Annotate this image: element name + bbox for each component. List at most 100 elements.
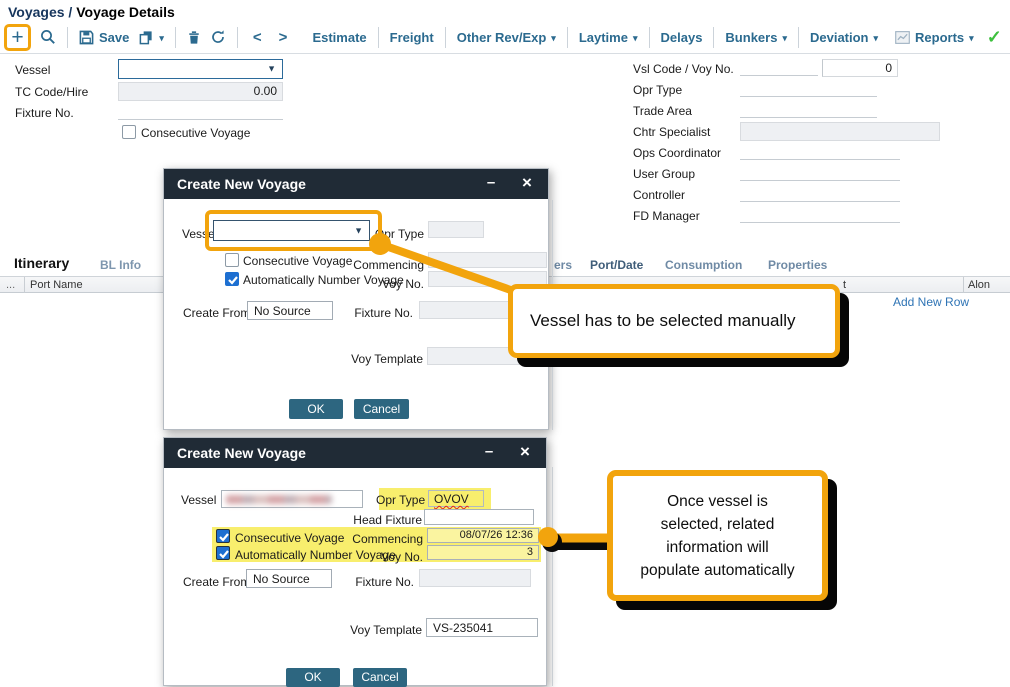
delete-icon[interactable] xyxy=(187,30,201,45)
ops-coordinator-label: Ops Coordinator xyxy=(633,146,721,160)
vessel-label: Vessel xyxy=(15,63,50,77)
minimize-icon[interactable]: – xyxy=(478,438,500,466)
reports-label: Reports xyxy=(915,30,964,45)
tab-bl-info[interactable]: BL Info xyxy=(100,258,141,272)
tab-port-date[interactable]: Port/Date xyxy=(590,258,643,272)
voy-template-label: Voy Template xyxy=(341,352,423,366)
toolbar-separator xyxy=(378,27,379,48)
fd-manager-field[interactable] xyxy=(740,206,900,223)
next-voyage-button[interactable]: > xyxy=(275,29,292,46)
tc-code-hire-field[interactable]: 0.00 xyxy=(118,82,283,101)
close-icon[interactable]: × xyxy=(514,438,536,466)
tab-itinerary[interactable]: Itinerary xyxy=(14,255,69,271)
auto-number-voyage-checkbox[interactable] xyxy=(216,546,230,560)
column-dots: ... xyxy=(6,279,15,291)
plus-icon[interactable]: + xyxy=(11,27,23,48)
callout-line: selected, related xyxy=(661,513,775,536)
column-alongside-partial: Alon xyxy=(968,279,1008,291)
create-from-label: Create From xyxy=(183,575,250,589)
vessel-dropdown[interactable]: ▼ xyxy=(118,59,283,79)
dialog-title: Create New Voyage xyxy=(177,176,306,192)
estimate-button[interactable]: Estimate xyxy=(312,30,366,45)
laytime-label: Laytime xyxy=(579,30,628,45)
consecutive-voyage-checkbox[interactable] xyxy=(122,125,136,139)
chevron-down-icon: ▾ xyxy=(551,33,556,44)
fixture-no-field[interactable] xyxy=(419,569,531,587)
commencing-field[interactable]: 08/07/26 12:36 xyxy=(427,528,539,543)
commencing-label: Commencing xyxy=(333,532,423,546)
freight-button[interactable]: Freight xyxy=(390,30,434,45)
search-icon[interactable] xyxy=(40,29,56,45)
chevron-down-icon: ▾ xyxy=(969,33,974,44)
save-button[interactable]: Save xyxy=(79,30,129,45)
previous-voyage-button[interactable]: < xyxy=(249,29,266,46)
opr-type-field[interactable] xyxy=(740,80,877,97)
scrollbar[interactable] xyxy=(552,467,553,686)
ops-coordinator-field[interactable] xyxy=(740,143,900,160)
dialog-title-bar: Create New Voyage – × xyxy=(164,169,548,199)
auto-number-voyage-checkbox[interactable] xyxy=(225,272,239,286)
tab-properties[interactable]: Properties xyxy=(768,258,827,272)
create-new-voyage-dialog-2: Create New Voyage – × Vessel Opr Type OV… xyxy=(163,437,547,686)
save-icon xyxy=(79,30,94,45)
column-divider xyxy=(963,277,964,293)
toolbar-separator xyxy=(567,27,568,48)
create-from-select[interactable]: No Source xyxy=(247,301,333,320)
copy-voyage-button[interactable]: ▾ xyxy=(138,30,164,45)
fd-manager-label: FD Manager xyxy=(633,209,700,223)
breadcrumb-voyages-link[interactable]: Voyages / xyxy=(8,4,72,20)
tab-bunkers-partial[interactable]: ers xyxy=(554,258,572,272)
voy-no-label: Voy No. xyxy=(333,550,423,564)
voy-template-field[interactable]: VS-235041 xyxy=(426,618,538,637)
controller-label: Controller xyxy=(633,188,685,202)
commencing-label: Commencing xyxy=(331,258,424,272)
toolbar-separator xyxy=(445,27,446,48)
controller-field[interactable] xyxy=(740,185,900,202)
deviation-menu[interactable]: Deviation ▾ xyxy=(810,30,878,45)
chtr-specialist-field[interactable] xyxy=(740,122,940,141)
refresh-icon[interactable] xyxy=(210,29,226,45)
cancel-button[interactable]: Cancel xyxy=(353,668,407,687)
column-partial: t xyxy=(843,279,846,291)
close-icon[interactable]: × xyxy=(516,169,538,197)
add-new-row-link[interactable]: Add New Row xyxy=(893,295,969,309)
consecutive-voyage-checkbox[interactable] xyxy=(216,529,230,543)
tab-consumption[interactable]: Consumption xyxy=(665,258,742,272)
voy-no-field[interactable]: 0 xyxy=(822,59,898,77)
new-voyage-highlight-box[interactable]: + xyxy=(4,24,31,51)
bunkers-menu[interactable]: Bunkers ▾ xyxy=(725,30,787,45)
opr-type-field[interactable] xyxy=(428,221,484,238)
laytime-menu[interactable]: Laytime ▾ xyxy=(579,30,638,45)
fixture-no-field[interactable] xyxy=(118,103,283,120)
ok-button[interactable]: OK xyxy=(289,399,343,419)
opr-type-label: Opr Type xyxy=(351,227,424,241)
vessel-field-redacted[interactable] xyxy=(221,490,363,508)
cancel-button[interactable]: Cancel xyxy=(354,399,409,419)
trade-area-field[interactable] xyxy=(740,101,877,118)
toolbar-separator xyxy=(237,27,238,48)
voy-no-field[interactable]: 3 xyxy=(427,545,539,560)
callout-line: Once vessel is xyxy=(667,490,768,513)
vsl-code-field[interactable] xyxy=(740,59,818,76)
user-group-field[interactable] xyxy=(740,164,900,181)
commencing-field[interactable] xyxy=(428,252,547,268)
callout-line: information will xyxy=(666,536,769,559)
opr-type-field[interactable]: OVOV xyxy=(428,490,484,507)
voy-template-label: Voy Template xyxy=(336,623,422,637)
ok-button[interactable]: OK xyxy=(286,668,340,687)
create-from-select[interactable]: No Source xyxy=(246,569,332,588)
minimize-icon[interactable]: – xyxy=(480,169,502,197)
head-fixture-field[interactable] xyxy=(424,509,534,525)
dialog-title: Create New Voyage xyxy=(177,445,306,461)
consecutive-voyage-checkbox[interactable] xyxy=(225,253,239,267)
dialog-title-bar: Create New Voyage – × xyxy=(164,438,546,468)
reports-menu[interactable]: Reports ▾ xyxy=(895,30,974,45)
vessel-dropdown[interactable]: ▼ xyxy=(213,220,370,241)
delays-button[interactable]: Delays xyxy=(661,30,703,45)
toolbar-divider xyxy=(0,53,1010,54)
callout-line: populate automatically xyxy=(640,559,794,582)
validated-check-icon: ✓ xyxy=(987,27,1002,48)
save-label: Save xyxy=(99,30,129,45)
vessel-label: Vessel xyxy=(181,493,216,507)
other-rev-exp-menu[interactable]: Other Rev/Exp ▾ xyxy=(457,30,556,45)
